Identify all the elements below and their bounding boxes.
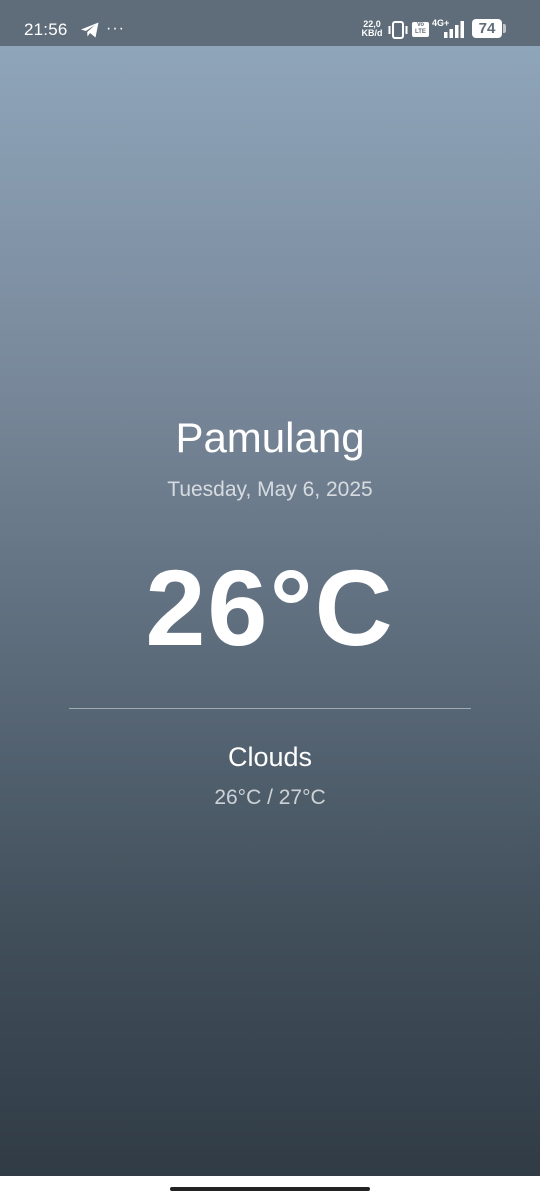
current-date: Tuesday, May 6, 2025 — [167, 478, 373, 501]
battery-cap — [503, 24, 506, 33]
min-max-temperature: 26°C / 27°C — [214, 786, 326, 809]
weather-panel: Pamulang Tuesday, May 6, 2025 26°C Cloud… — [0, 46, 540, 1176]
battery-level: 74 — [478, 20, 496, 37]
gesture-handle[interactable] — [170, 1187, 370, 1191]
navigation-bar — [0, 1176, 540, 1200]
volte-bottom-label: LTE — [415, 29, 426, 35]
current-temperature: 26°C — [145, 547, 395, 668]
status-bar: 21:56 ··· 22,0 KB/d Vo LTE 4G+ 74 — [0, 0, 540, 46]
volte-icon: Vo LTE — [412, 22, 429, 37]
weather-condition: Clouds — [227, 742, 313, 772]
net-speed-unit: KB/d — [361, 28, 383, 38]
battery-icon: 74 — [472, 19, 502, 38]
net-speed-indicator: 22,0 KB/d — [360, 20, 384, 38]
city-name: Pamulang — [175, 414, 365, 461]
signal-icon — [444, 21, 464, 38]
vibrate-icon — [388, 21, 408, 39]
volte-top-label: Vo — [416, 22, 425, 28]
status-time: 21:56 — [24, 20, 68, 39]
divider — [69, 708, 471, 709]
more-icon: ··· — [106, 20, 125, 37]
weather-app-screen: 21:56 ··· 22,0 KB/d Vo LTE 4G+ 74 Pamula… — [0, 0, 540, 1200]
telegram-icon — [81, 22, 99, 38]
